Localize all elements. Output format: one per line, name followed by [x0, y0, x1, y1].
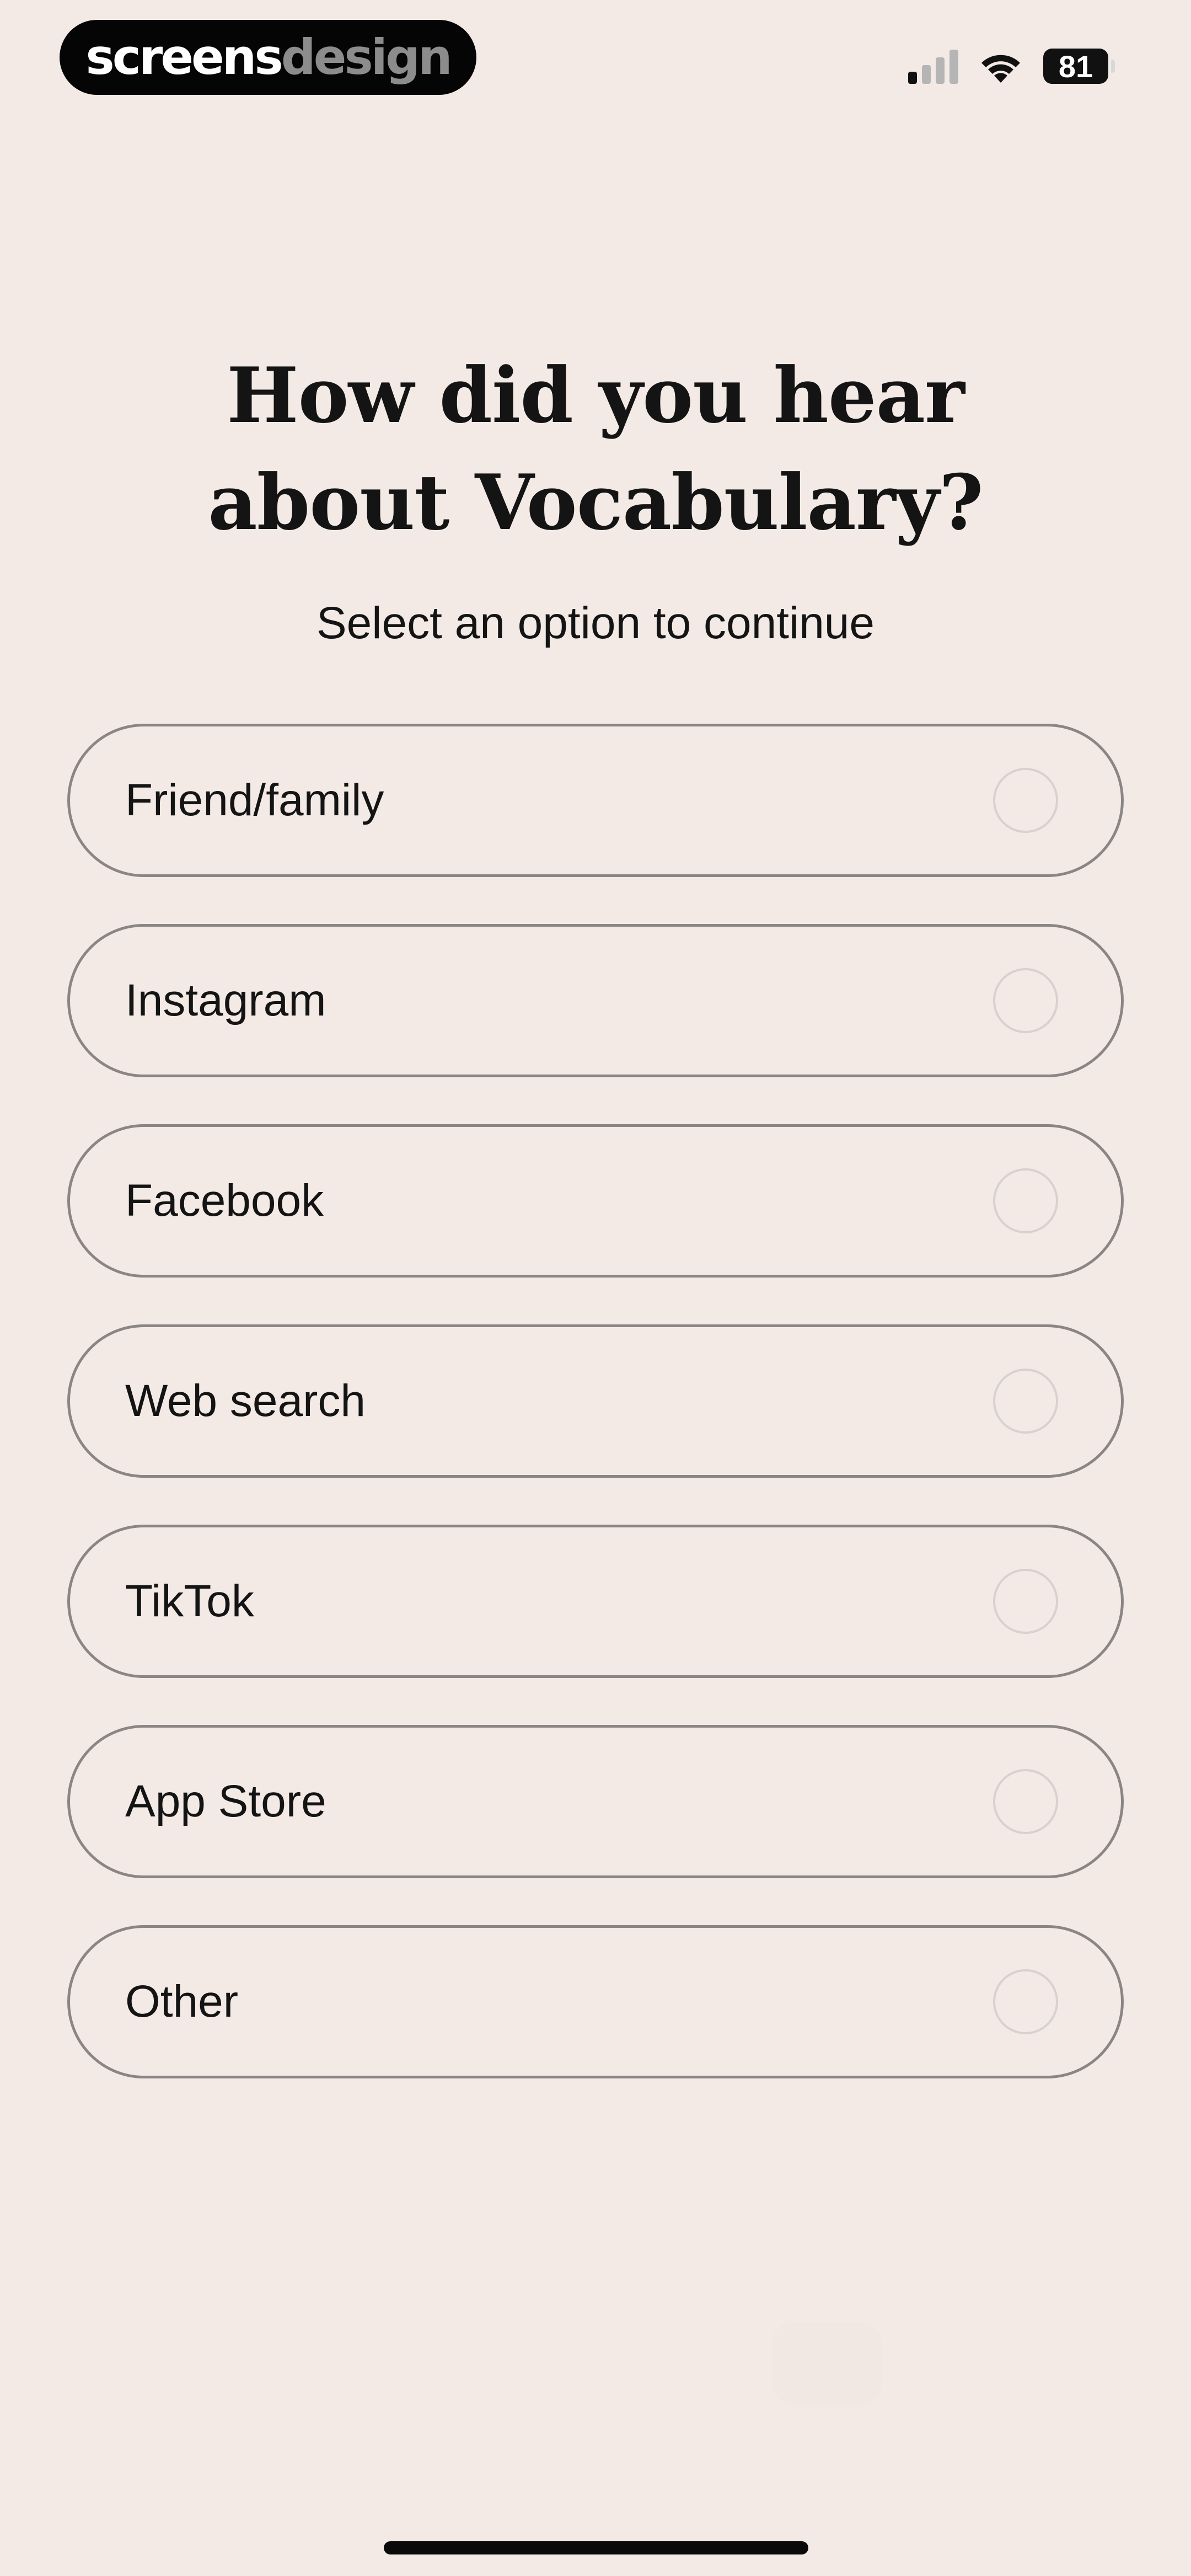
wifi-icon: [977, 49, 1024, 84]
option-other[interactable]: Other: [67, 1925, 1124, 2078]
option-web-search[interactable]: Web search: [67, 1324, 1124, 1478]
radio-button[interactable]: [993, 768, 1058, 833]
brand-logo: screens design: [60, 20, 476, 95]
status-bar: 81: [908, 44, 1115, 88]
radio-button[interactable]: [993, 1769, 1058, 1834]
page-subtitle: Select an option to continue: [316, 598, 875, 648]
radio-button[interactable]: [993, 1369, 1058, 1434]
option-list: Friend/family Instagram Facebook Web sea…: [67, 724, 1124, 2125]
battery-level: 81: [1058, 49, 1093, 84]
option-app-store[interactable]: App Store: [67, 1725, 1124, 1878]
option-label: Other: [125, 1976, 239, 2027]
option-friend-family[interactable]: Friend/family: [67, 724, 1124, 877]
option-label: Instagram: [125, 975, 326, 1025]
radio-button[interactable]: [993, 1168, 1058, 1233]
brand-logo-part1: screens: [85, 29, 283, 85]
page-title: How did you hear about Vocabulary?: [0, 342, 1191, 556]
home-indicator[interactable]: [384, 2541, 808, 2554]
option-instagram[interactable]: Instagram: [67, 924, 1124, 1077]
page-title-line2: about Vocabulary?: [208, 457, 983, 547]
cellular-signal-icon: [908, 49, 958, 84]
page-title-line1: How did you hear: [227, 350, 965, 440]
option-label: Friend/family: [125, 775, 384, 825]
option-tiktok[interactable]: TikTok: [67, 1525, 1124, 1678]
radio-button[interactable]: [993, 968, 1058, 1033]
radio-button[interactable]: [993, 1569, 1058, 1634]
radio-button[interactable]: [993, 1969, 1058, 2034]
option-facebook[interactable]: Facebook: [67, 1124, 1124, 1278]
battery-icon: 81: [1043, 49, 1115, 84]
option-label: Facebook: [125, 1175, 324, 1226]
option-label: App Store: [125, 1776, 326, 1826]
option-label: TikTok: [125, 1576, 254, 1626]
continue-button-disabled: [772, 2322, 882, 2405]
brand-logo-part2: design: [281, 29, 453, 85]
option-label: Web search: [125, 1376, 366, 1426]
